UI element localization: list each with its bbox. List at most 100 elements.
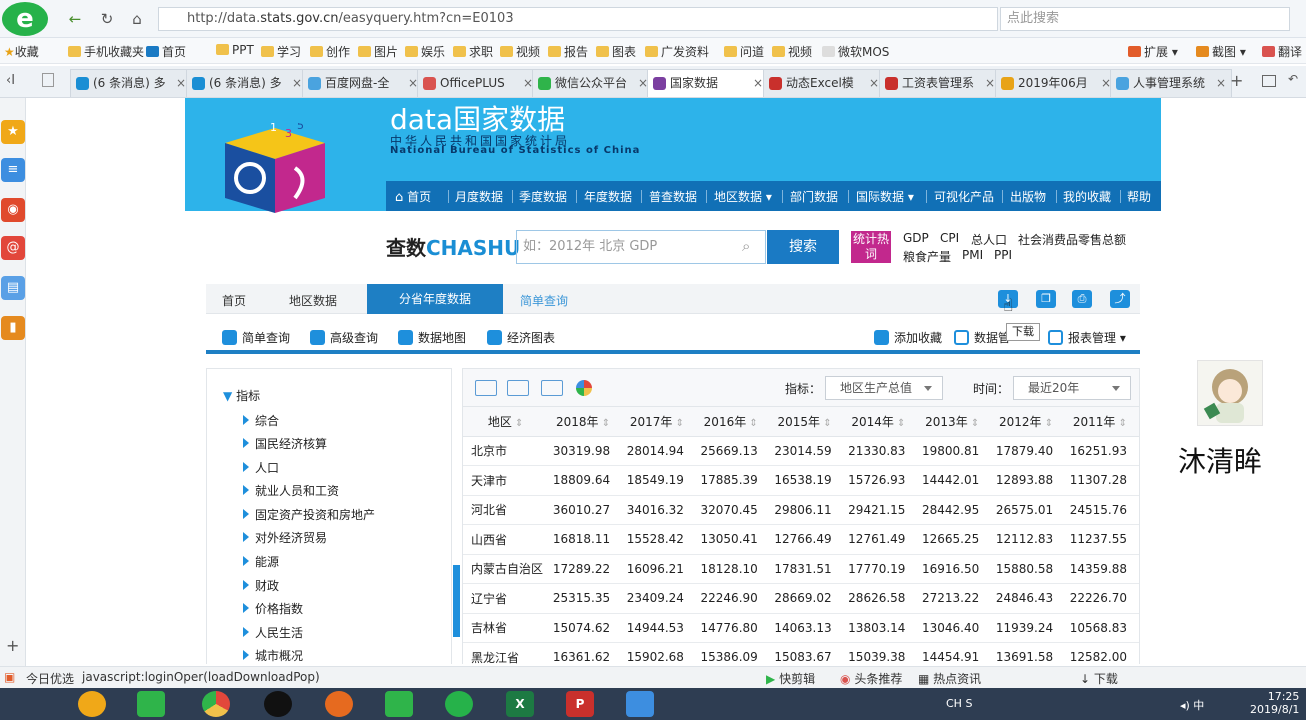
hot-word-link[interactable]: PPI (994, 248, 1012, 262)
horizontal-bar-icon[interactable] (541, 380, 563, 396)
tree-item[interactable]: 人民生活 (242, 624, 303, 641)
hot-word-link[interactable]: 社会消费品零售总额 (1018, 231, 1126, 248)
browser-tab[interactable]: 工资表管理系 × (879, 69, 1001, 97)
tree-item[interactable]: 对外经济贸易 (242, 529, 327, 546)
bookmark-item[interactable]: 问道 (724, 43, 764, 60)
sort-icon[interactable]: ⇕ (820, 418, 831, 429)
sort-icon[interactable]: ⇕ (1115, 418, 1127, 429)
data-map-button[interactable]: 数据地图 (398, 329, 466, 346)
tree-item[interactable]: 固定资产投资和房地产 (242, 506, 375, 523)
tree-item[interactable]: 人口 (242, 459, 279, 476)
url-input[interactable]: http://data.stats.gov.cn/easyquery.htm?c… (158, 7, 998, 31)
status-hot-news[interactable]: ▦ 热点资讯 (918, 670, 981, 687)
taskbar-qq-icon[interactable] (264, 691, 292, 717)
status-headline[interactable]: ◉ 头条推荐 (840, 670, 902, 687)
breadcrumb-regional[interactable]: 地区数据 (289, 292, 337, 309)
column-header-year[interactable]: 2012年 ⇕ (991, 407, 1066, 437)
taskbar-browser-icon[interactable] (445, 691, 473, 717)
tree-item[interactable]: 财政 (242, 577, 279, 594)
taskbar-media-icon[interactable] (137, 691, 165, 717)
data-search-input[interactable]: 如：2012年 北京 GDP (516, 230, 766, 264)
taskbar-app-icon[interactable] (626, 691, 654, 717)
add-favorite-button[interactable]: 添加收藏 (874, 329, 942, 346)
reader-icon[interactable]: ≡ (1, 158, 25, 182)
refresh-icon[interactable]: ↻ (96, 8, 118, 30)
hot-word-link[interactable]: PMI (962, 248, 983, 262)
bookmark-item[interactable]: 创作 (310, 43, 350, 60)
nav-department[interactable]: 部门数据 (790, 188, 838, 205)
bookmark-item[interactable]: 图表 (596, 43, 636, 60)
tree-item[interactable]: 城市概况 (242, 647, 303, 664)
bookmark-item[interactable]: 学习 (261, 43, 301, 60)
sort-icon[interactable]: ⇕ (746, 418, 757, 429)
bookmark-item[interactable]: 求职 (453, 43, 493, 60)
taskbar-app-icon[interactable] (78, 691, 106, 717)
back-icon[interactable]: ← (64, 8, 86, 30)
sort-icon[interactable]: ⇕ (894, 418, 905, 429)
nav-quarterly[interactable]: 季度数据 (519, 188, 567, 205)
restore-tabs-icon[interactable] (1262, 75, 1276, 87)
breadcrumb-home[interactable]: 首页 (222, 292, 246, 309)
mail-icon[interactable]: @ (1, 236, 25, 260)
extensions-button[interactable]: 扩展 ▾ (1128, 43, 1178, 60)
favorites-icon[interactable]: ★ (1, 120, 25, 144)
bookmark-item[interactable]: ★收藏 (4, 43, 39, 60)
bookmark-item[interactable]: 视频 (500, 43, 540, 60)
nav-international[interactable]: 国际数据 ▾ (856, 188, 914, 205)
column-header-year[interactable]: 2016年 ⇕ (695, 407, 770, 437)
nav-census[interactable]: 普查数据 (649, 188, 697, 205)
browser-tab[interactable]: 2019年06月 × (995, 69, 1117, 97)
tree-root[interactable]: ▼ 指标 (223, 387, 260, 404)
time-select[interactable]: 最近20年 (1013, 376, 1131, 400)
weibo-icon[interactable]: ◉ (1, 198, 25, 222)
home-icon[interactable]: ⌂ (126, 8, 148, 30)
tree-item[interactable]: 能源 (242, 553, 279, 570)
translate-button[interactable]: 翻译 (1262, 43, 1302, 60)
tree-scrollbar[interactable] (453, 565, 460, 637)
nav-regional[interactable]: 地区数据 ▾ (714, 188, 772, 205)
column-header-year[interactable]: 2014年 ⇕ (843, 407, 918, 437)
add-sidebar-icon[interactable]: + (6, 636, 19, 655)
browser-tab[interactable]: OfficePLUS × (417, 69, 539, 97)
browser-tab[interactable]: (6 条消息) 多 × (70, 69, 192, 97)
data-management-button[interactable]: 数据管 (954, 329, 1010, 346)
bookmark-item[interactable]: 报告 (548, 43, 588, 60)
browser-logo-icon[interactable]: e (2, 2, 48, 36)
tree-item[interactable]: 国民经济核算 (242, 435, 327, 452)
column-header-year[interactable]: 2017年 ⇕ (622, 407, 696, 437)
sort-icon[interactable]: ⇕ (1042, 418, 1053, 429)
tree-item[interactable]: 综合 (242, 412, 279, 429)
system-clock[interactable]: 17:25 2019/8/1 (1250, 690, 1299, 716)
browser-search-input[interactable]: 点此搜索 (1000, 7, 1290, 31)
nav-monthly[interactable]: 月度数据 (455, 188, 503, 205)
taskbar-powerpoint-icon[interactable]: P (566, 691, 594, 717)
taskbar-wechat-icon[interactable] (385, 691, 413, 717)
status-picks[interactable]: 今日优选 (26, 670, 74, 687)
column-header-year[interactable]: 2015年 ⇕ (769, 407, 844, 437)
bookmark-item[interactable]: 广发资料 (645, 43, 709, 60)
sort-icon[interactable]: ⇕ (599, 418, 610, 429)
economic-charts-button[interactable]: 经济图表 (487, 329, 555, 346)
taskbar-excel-icon[interactable]: X (506, 691, 534, 717)
simple-query-button[interactable]: 简单查询 (222, 329, 290, 346)
share-icon[interactable]: ⤴ (1110, 290, 1130, 308)
bookmark-item[interactable]: 微软MOS (822, 43, 889, 60)
hot-word-link[interactable]: 总人口 (971, 231, 1007, 248)
report-management-button[interactable]: 报表管理 ▾ (1048, 329, 1126, 346)
nav-visualization[interactable]: 可视化产品 (934, 188, 994, 205)
status-download[interactable]: ↓ 下载 (1080, 670, 1118, 687)
bookmark-item[interactable]: PPT (216, 43, 254, 57)
ime-indicator[interactable]: CH S (946, 697, 972, 710)
column-header-year[interactable]: 2011年 ⇕ (1065, 407, 1139, 437)
breadcrumb-provincial-yearly[interactable]: 分省年度数据 (367, 284, 503, 314)
copy-icon[interactable]: ❐ (1036, 290, 1056, 308)
sort-icon[interactable]: ⇕ (512, 418, 523, 429)
bookmark-item[interactable]: 视频 (772, 43, 812, 60)
notes-icon[interactable]: ▤ (1, 276, 25, 300)
page-icon[interactable] (42, 73, 54, 87)
sort-icon[interactable]: ⇕ (968, 418, 979, 429)
bookmark-item[interactable]: 手机收藏夹 (68, 43, 144, 60)
hot-word-link[interactable]: GDP (903, 231, 929, 245)
indicator-select[interactable]: 地区生产总值 (825, 376, 943, 400)
pie-chart-icon[interactable] (576, 380, 592, 396)
